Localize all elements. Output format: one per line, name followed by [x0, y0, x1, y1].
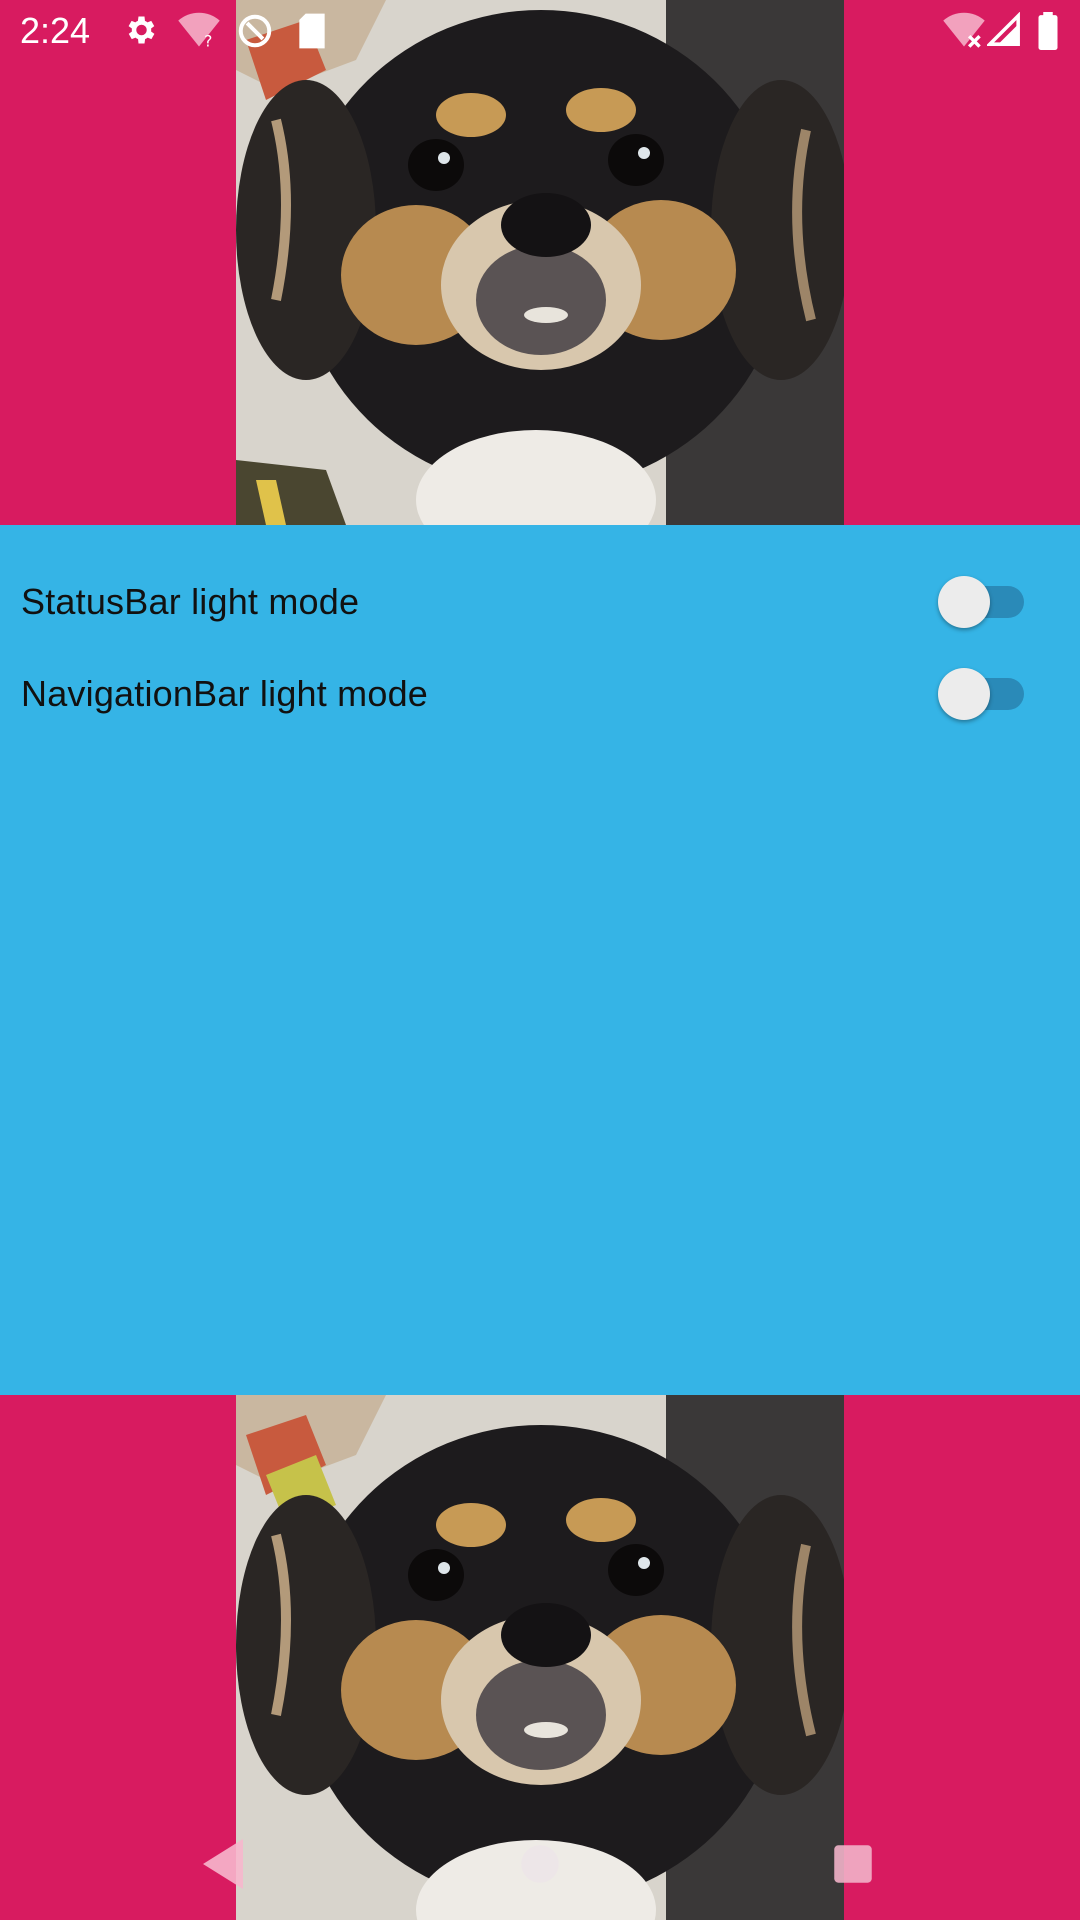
status-time: 2:24	[20, 10, 91, 51]
setting-row-navigationbar[interactable]: NavigationBar light mode	[0, 649, 1080, 739]
statusbar-light-mode-switch[interactable]	[938, 576, 1028, 628]
setting-row-statusbar[interactable]: StatusBar light mode	[0, 557, 1080, 647]
app-screen: 2:24 ? StatusBar light mode NavigationBa…	[0, 0, 1080, 1920]
navigationbar-light-mode-switch[interactable]	[938, 668, 1028, 720]
wifi-question-icon: ?	[178, 12, 220, 50]
navigation-bar	[0, 1794, 1080, 1920]
gear-icon	[122, 12, 158, 50]
top-dog-photo	[236, 0, 844, 525]
sd-card-icon	[296, 12, 328, 50]
back-icon[interactable]	[198, 1834, 258, 1894]
switch-thumb	[938, 576, 990, 628]
settings-panel: StatusBar light mode NavigationBar light…	[0, 525, 1080, 1395]
sync-circle-icon	[236, 12, 274, 50]
svg-text:?: ?	[204, 33, 212, 50]
cell-signal-icon	[987, 12, 1021, 50]
battery-icon	[1036, 12, 1060, 50]
setting-label-navigationbar: NavigationBar light mode	[21, 673, 429, 714]
recents-icon[interactable]	[828, 1834, 888, 1894]
top-image-band	[0, 0, 1080, 525]
switch-thumb	[938, 668, 990, 720]
home-icon[interactable]	[515, 1834, 575, 1894]
setting-label-statusbar: StatusBar light mode	[21, 581, 360, 622]
dog-illustration	[236, 0, 844, 525]
wifi-off-icon	[943, 12, 985, 50]
status-bar: 2:24 ?	[0, 0, 1080, 62]
